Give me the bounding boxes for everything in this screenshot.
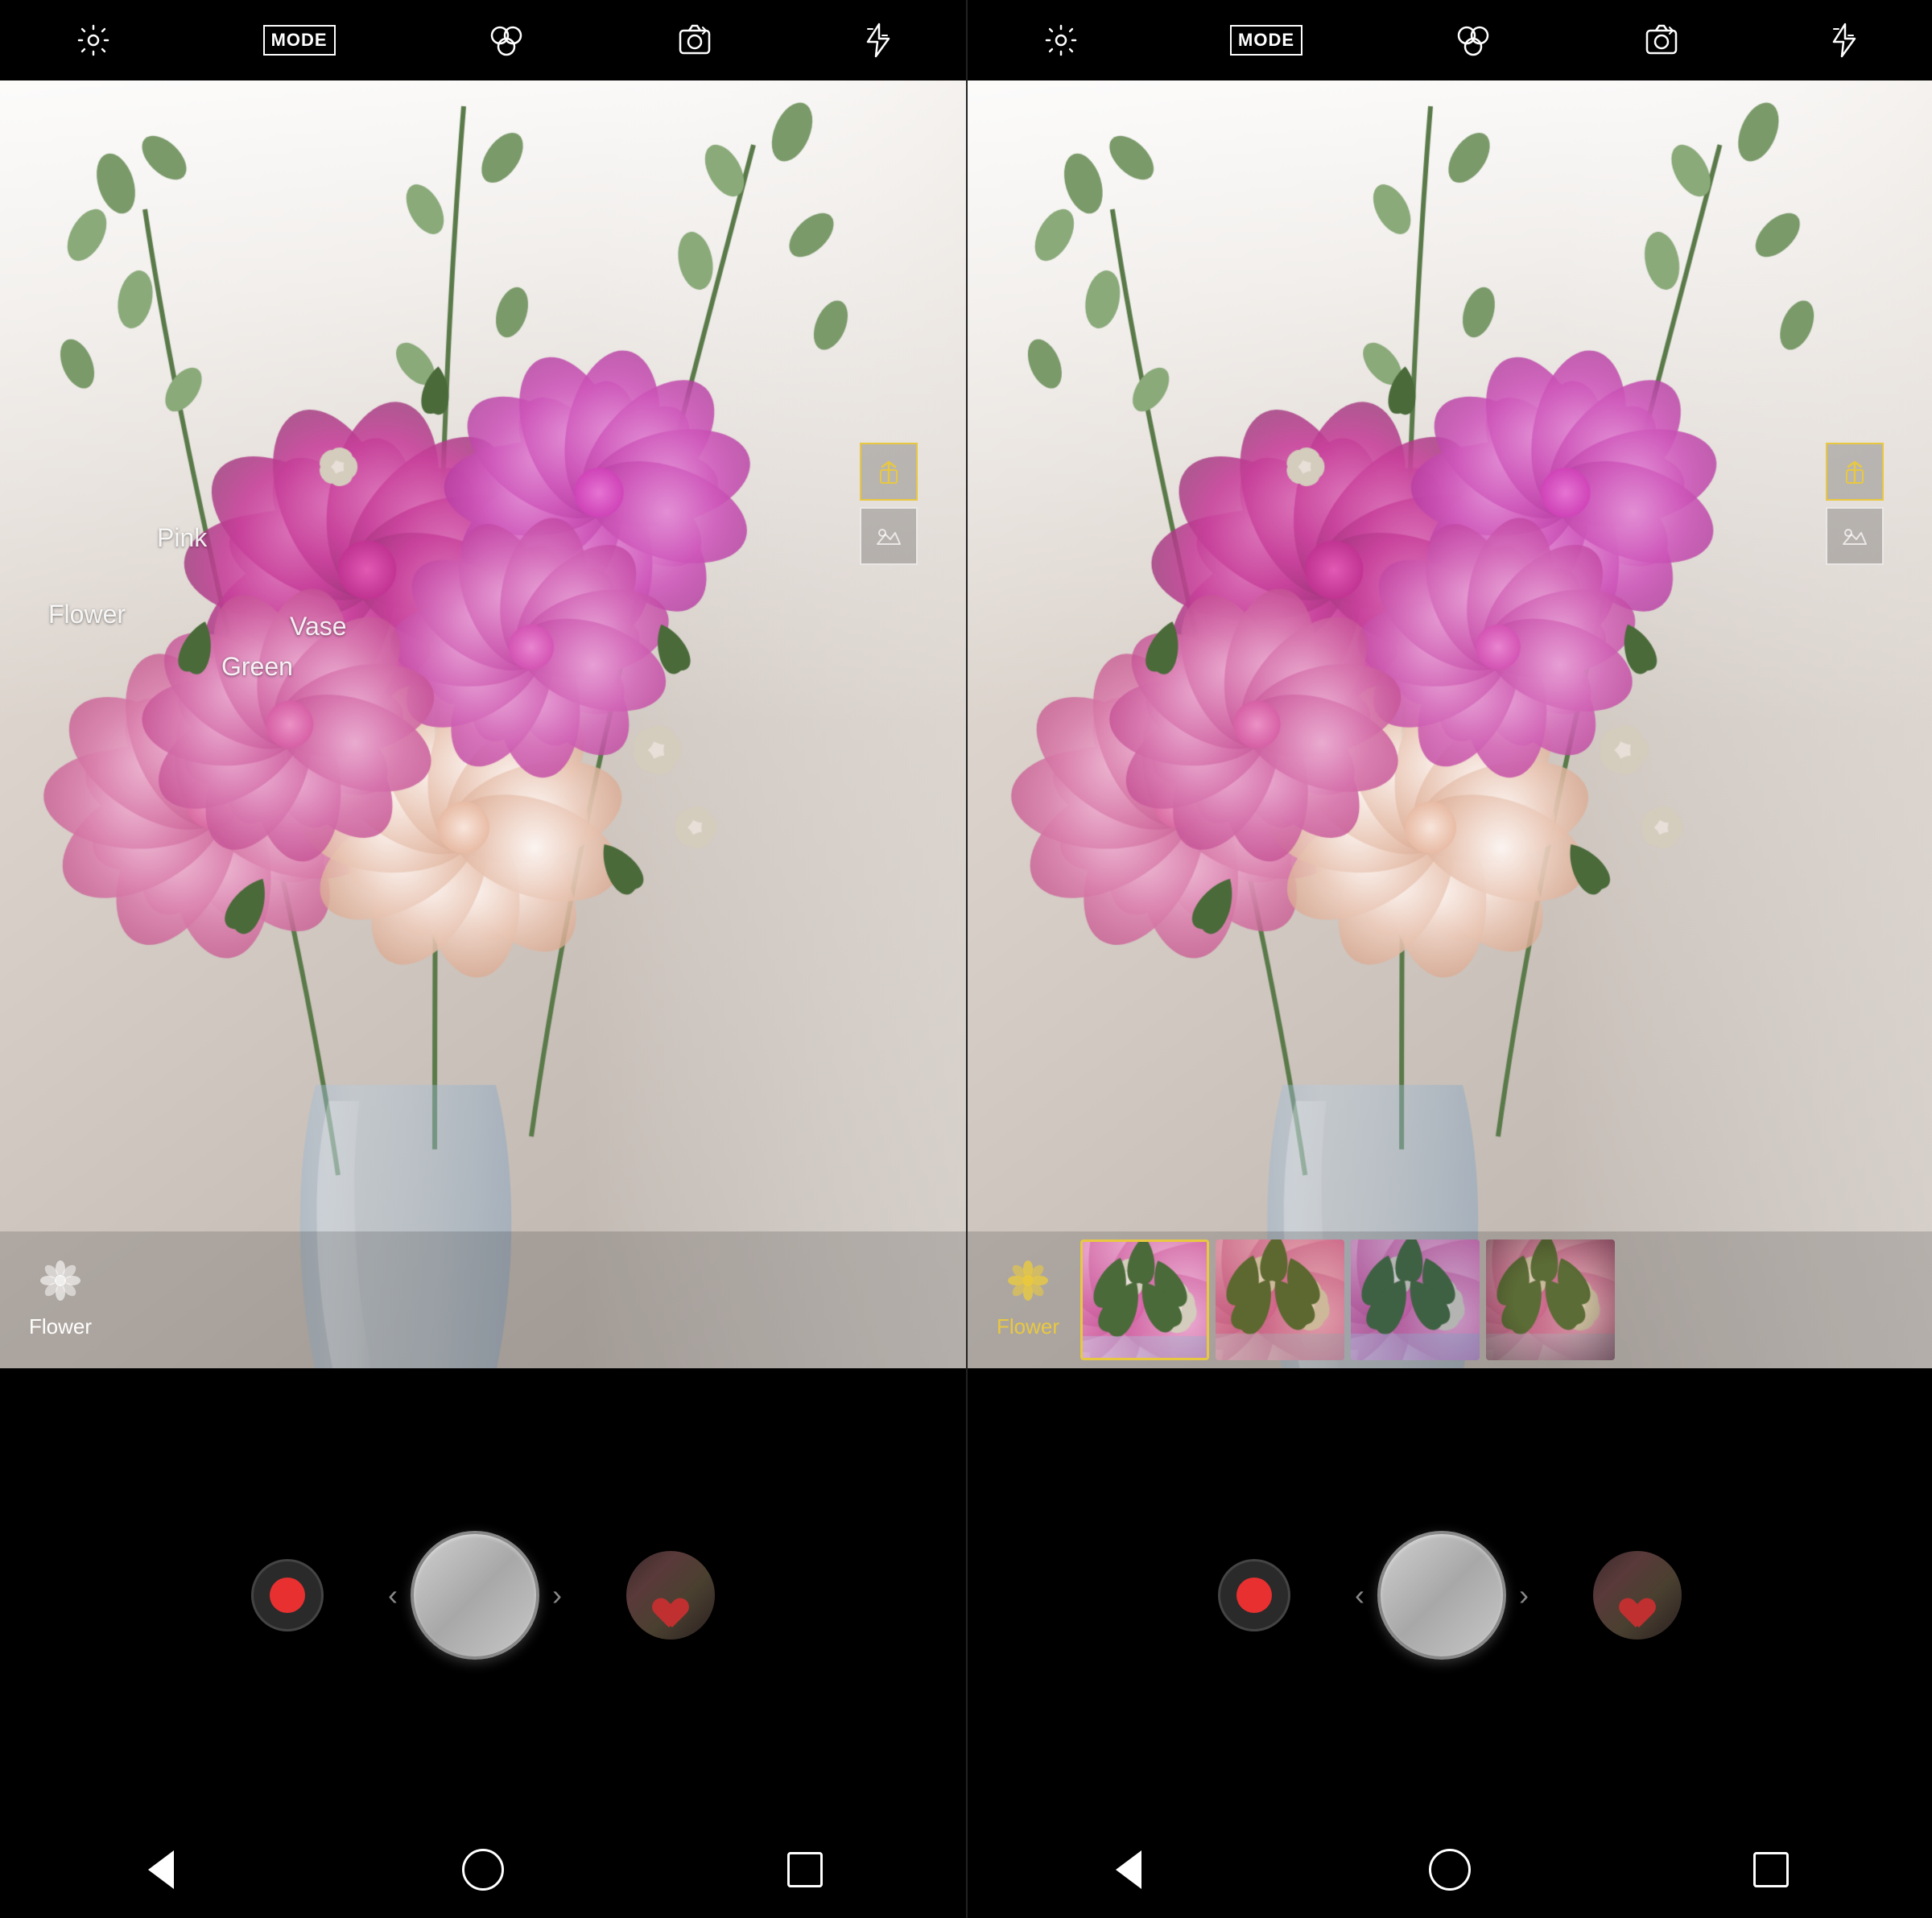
right-panel: MODE xyxy=(966,0,1932,1918)
bottom-overlay-right: Flower xyxy=(968,1231,1932,1368)
prev-arrow-right[interactable]: ‹ xyxy=(1355,1578,1364,1612)
label-pink: Pink xyxy=(157,523,207,553)
shutter-button-left[interactable] xyxy=(411,1531,539,1660)
landscape-focus-icon-right[interactable] xyxy=(1826,507,1884,565)
label-flower-left: Flower xyxy=(48,600,126,629)
label-green: Green xyxy=(221,652,293,682)
recent-square-icon xyxy=(787,1852,823,1887)
settings-icon[interactable] xyxy=(76,23,111,58)
left-panel: MODE xyxy=(0,0,966,1918)
heart-icon-left xyxy=(654,1598,687,1627)
filter-thumbnails xyxy=(1080,1239,1916,1360)
home-button-right[interactable] xyxy=(1422,1842,1478,1898)
record-dot xyxy=(270,1578,305,1613)
home-circle-icon xyxy=(462,1849,504,1891)
toolbar-right: MODE xyxy=(968,0,1932,80)
flower-ai-icon xyxy=(40,1260,80,1310)
bottom-overlay-left: Flower xyxy=(0,1231,966,1368)
effects-icon-right[interactable] xyxy=(1454,23,1492,58)
mode-button[interactable]: MODE xyxy=(263,25,336,56)
label-vase: Vase xyxy=(290,612,347,641)
recent-button-right[interactable] xyxy=(1743,1842,1799,1898)
recent-square-icon-right xyxy=(1753,1852,1789,1887)
filter-thumb-3[interactable] xyxy=(1351,1239,1480,1360)
next-arrow-right[interactable]: › xyxy=(1519,1578,1529,1612)
back-button-right[interactable] xyxy=(1100,1842,1157,1898)
portrait-focus-icon[interactable] xyxy=(860,443,918,501)
heart-icon-right xyxy=(1621,1598,1653,1627)
focus-icons-left xyxy=(860,443,918,565)
back-arrow-icon xyxy=(148,1850,174,1889)
flip-camera-icon-right[interactable] xyxy=(1644,23,1679,58)
filter-thumb-4[interactable] xyxy=(1486,1239,1615,1360)
shutter-button-right[interactable] xyxy=(1377,1531,1506,1660)
ai-label-left: Flower xyxy=(16,1260,105,1339)
focus-icons-right xyxy=(1826,443,1884,565)
back-button-left[interactable] xyxy=(133,1842,189,1898)
gallery-thumb-right[interactable] xyxy=(1593,1551,1682,1640)
record-button-left[interactable] xyxy=(251,1559,324,1631)
mode-button-right[interactable]: MODE xyxy=(1230,25,1302,56)
nav-bar-left xyxy=(0,1821,966,1918)
record-button-right[interactable] xyxy=(1218,1559,1290,1631)
controls-row-right: ‹ › xyxy=(968,1531,1932,1660)
gallery-thumb-left[interactable] xyxy=(626,1551,715,1640)
camera-controls-right: ‹ › xyxy=(968,1368,1932,1821)
filter-thumb-1[interactable] xyxy=(1080,1239,1209,1360)
flower-ai-icon-right xyxy=(1008,1260,1048,1310)
home-button-left[interactable] xyxy=(455,1842,511,1898)
viewfinder-right[interactable]: Flower xyxy=(968,80,1932,1368)
nav-bar-right xyxy=(968,1821,1932,1918)
controls-row-left: ‹ › xyxy=(0,1531,966,1660)
landscape-focus-icon[interactable] xyxy=(860,507,918,565)
filter-thumb-2[interactable] xyxy=(1216,1239,1344,1360)
toolbar-left: MODE xyxy=(0,0,966,80)
settings-icon-right[interactable] xyxy=(1043,23,1079,58)
flip-camera-icon[interactable] xyxy=(677,23,712,58)
next-arrow-left[interactable]: › xyxy=(552,1578,562,1612)
home-circle-icon-right xyxy=(1429,1849,1471,1891)
record-dot-right xyxy=(1236,1578,1272,1613)
recent-button-left[interactable] xyxy=(777,1842,833,1898)
back-arrow-icon-right xyxy=(1116,1850,1141,1889)
ai-label-text-right: Flower xyxy=(997,1314,1059,1339)
flash-icon-right[interactable] xyxy=(1831,23,1856,58)
portrait-focus-icon-right[interactable] xyxy=(1826,443,1884,501)
prev-arrow-left[interactable]: ‹ xyxy=(388,1578,398,1612)
flash-icon[interactable] xyxy=(865,23,890,58)
ai-label-text-left: Flower xyxy=(29,1314,92,1339)
ai-label-right: Flower xyxy=(984,1260,1072,1339)
viewfinder-left[interactable]: Pink Flower Vase Green xyxy=(0,80,966,1368)
camera-controls-left: ‹ › xyxy=(0,1368,966,1821)
effects-icon[interactable] xyxy=(487,23,526,58)
